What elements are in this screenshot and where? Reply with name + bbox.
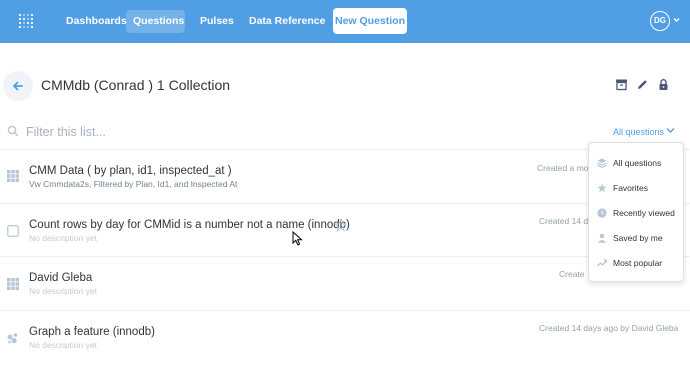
back-button[interactable] xyxy=(3,71,33,101)
question-title[interactable]: CMM Data ( by plan, id1, inspected_at ) xyxy=(29,165,232,177)
question-meta: Created a mo xyxy=(537,163,589,173)
menu-item-label: Saved by me xyxy=(613,233,663,243)
checkbox-icon[interactable] xyxy=(7,225,19,237)
metabase-logo-icon[interactable] xyxy=(18,13,34,29)
question-row[interactable]: Count rows by day for CMMid is a number … xyxy=(0,204,690,256)
question-meta: Created 14 days ago by David Gleba xyxy=(539,323,679,333)
sort-dropdown-menu: All questions Favorites Recently viewed … xyxy=(588,142,684,282)
menu-item-favorites[interactable]: Favorites xyxy=(589,178,683,198)
menu-item-label: Recently viewed xyxy=(613,208,675,218)
lock-icon[interactable] xyxy=(657,78,670,91)
menu-item-label: Favorites xyxy=(613,183,648,193)
nav-pulses[interactable]: Pulses xyxy=(193,10,241,33)
person-icon xyxy=(597,233,607,243)
question-title[interactable]: David Gleba xyxy=(29,272,92,284)
user-avatar[interactable]: DG xyxy=(650,11,670,31)
question-title[interactable]: Graph a feature (innodb) xyxy=(29,326,155,338)
question-title[interactable]: Count rows by day for CMMid is a number … xyxy=(29,219,350,231)
star-icon xyxy=(597,183,607,193)
arrow-left-icon xyxy=(13,81,23,91)
menu-item-most-popular[interactable]: Most popular xyxy=(589,253,683,273)
star-icon[interactable] xyxy=(334,219,347,232)
scatter-icon xyxy=(7,333,18,344)
nav-questions[interactable]: Questions xyxy=(126,10,185,33)
nav-dashboards[interactable]: Dashboards xyxy=(59,10,134,33)
question-row[interactable]: David Gleba No description yet Create xyxy=(0,257,690,309)
new-question-button[interactable]: New Question xyxy=(333,8,407,34)
menu-item-label: Most popular xyxy=(613,258,663,268)
archive-icon[interactable] xyxy=(615,78,628,91)
grid-icon xyxy=(7,278,19,290)
question-description: No description yet xyxy=(29,286,98,296)
stack-icon xyxy=(597,158,607,168)
menu-item-all-questions[interactable]: All questions xyxy=(589,153,683,173)
sort-dropdown-toggle[interactable]: All questions xyxy=(613,127,664,137)
trending-icon xyxy=(597,259,607,267)
search-icon xyxy=(7,125,19,137)
filter-input[interactable] xyxy=(26,123,326,141)
pencil-icon[interactable] xyxy=(636,78,649,91)
question-description: No description yet xyxy=(29,233,98,243)
question-row[interactable]: Graph a feature (innodb) No description … xyxy=(0,311,690,363)
question-meta: Create xyxy=(559,269,585,279)
question-row[interactable]: CMM Data ( by plan, id1, inspected_at ) … xyxy=(0,150,690,202)
nav-data-reference[interactable]: Data Reference xyxy=(242,10,332,33)
question-description: No description yet xyxy=(29,340,98,350)
question-meta: Created 14 d xyxy=(539,216,589,226)
question-description: Vw Cmmdata2s, Filtered by Plan, Id1, and… xyxy=(29,179,238,189)
top-nav-bar: Dashboards Questions Pulses Data Referen… xyxy=(0,0,690,43)
collection-title: CMMdb (Conrad ) 1 Collection xyxy=(41,77,231,93)
grid-icon xyxy=(7,170,19,182)
mouse-cursor-icon xyxy=(292,231,303,246)
menu-item-saved-by-me[interactable]: Saved by me xyxy=(589,228,683,248)
clock-icon xyxy=(597,208,607,218)
menu-item-label: All questions xyxy=(613,158,662,168)
menu-item-recently-viewed[interactable]: Recently viewed xyxy=(589,203,683,223)
chevron-down-icon[interactable] xyxy=(666,127,675,134)
chevron-down-icon[interactable] xyxy=(673,17,680,23)
